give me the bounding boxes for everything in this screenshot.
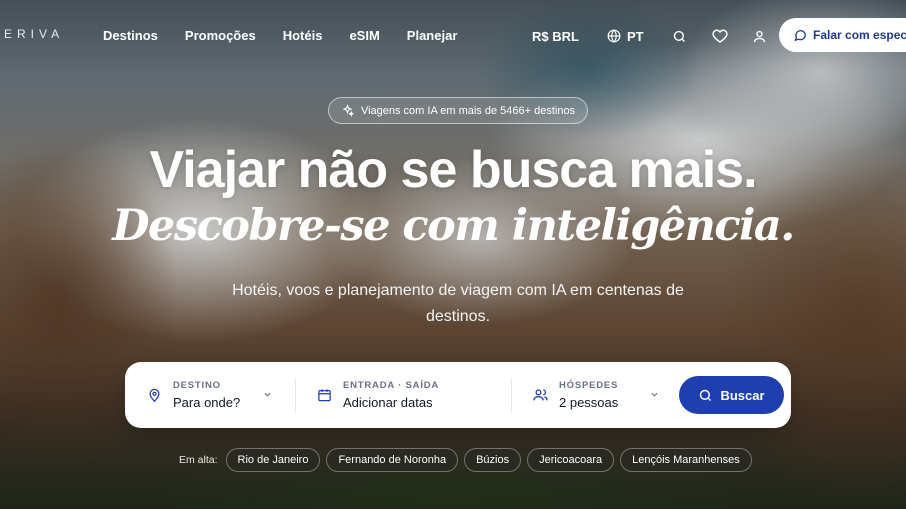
cta-label: Falar com espec (813, 28, 906, 42)
currency-selector[interactable]: R$ BRL (532, 29, 579, 44)
chevron-down-icon (651, 392, 658, 397)
account-button[interactable] (750, 26, 770, 46)
hero-title: Viajar não se busca mais. (149, 141, 757, 199)
guests-label: HÓSPEDES (559, 380, 619, 391)
globe-icon (607, 29, 621, 43)
chevron-down-icon (264, 392, 271, 397)
guests-value: 2 pessoas (559, 395, 619, 410)
nav-utilities: R$ BRL PT (532, 26, 790, 46)
calendar-icon (318, 389, 331, 402)
top-navigation: ERIVA Destinos Promoções Hotéis eSIM Pla… (0, 0, 906, 70)
trending-chip[interactable]: Jericoacoara (527, 448, 615, 472)
sparkles-icon (342, 104, 354, 117)
search-icon (700, 389, 712, 401)
nav-link-planejar[interactable]: Planejar (407, 28, 458, 43)
destination-value: Para onde? (173, 395, 241, 410)
heart-icon (711, 29, 728, 43)
dates-value: Adicionar datas (343, 395, 433, 410)
search-submit-button[interactable]: Buscar (679, 376, 784, 414)
destination-label: DESTINO (173, 380, 221, 391)
user-icon (753, 30, 766, 42)
talk-to-specialist-button[interactable]: Falar com espec (779, 18, 906, 52)
nav-link-promocoes[interactable]: Promoções (185, 28, 256, 43)
language-label: PT (626, 28, 644, 44)
search-icon (673, 30, 686, 42)
trending-chip[interactable]: Lençóis Maranhenses (620, 448, 752, 472)
hero-subtitle: Descobre-se com inteligência. (112, 201, 795, 251)
users-icon (533, 389, 548, 401)
ai-badge: Viagens com IA em mais de 5466+ destinos (328, 97, 588, 124)
badge-text: Viagens com IA em mais de 5466+ destinos (360, 104, 576, 117)
dates-label: ENTRADA · SAÍDA (343, 380, 440, 391)
trending-label: Em alta: (179, 454, 218, 466)
trending-chip[interactable]: Fernando de Noronha (326, 448, 459, 472)
search-button-label: Buscar (720, 387, 765, 403)
favorites-button[interactable] (710, 26, 730, 46)
chat-icon (794, 30, 806, 42)
dates-field[interactable]: ENTRADA · SAÍDA Adicionar datas (296, 362, 511, 428)
language-selector[interactable]: PT (607, 29, 644, 44)
search-bar: DESTINO Para onde? ENTRADA · SAÍDA Adici… (125, 362, 791, 428)
trending-destinations: Em alta: Rio de Janeiro Fernando de Noro… (179, 448, 752, 472)
nav-link-hoteis[interactable]: Hotéis (283, 28, 323, 43)
map-pin-icon (149, 388, 160, 403)
destination-field[interactable]: DESTINO Para onde? (125, 362, 295, 428)
main-menu: Destinos Promoções Hotéis eSIM Planejar (103, 28, 457, 43)
nav-link-esim[interactable]: eSIM (349, 28, 379, 43)
nav-link-destinos[interactable]: Destinos (103, 28, 158, 43)
brand-logo[interactable]: ERIVA (4, 27, 64, 41)
hero-background (0, 0, 906, 509)
search-button[interactable] (670, 26, 690, 46)
trending-chip[interactable]: Búzios (464, 448, 522, 472)
guests-field[interactable]: HÓSPEDES 2 pessoas (512, 362, 672, 428)
hero-description: Hotéis, voos e planejamento de viagem co… (232, 282, 684, 325)
trending-chip[interactable]: Rio de Janeiro (225, 448, 321, 472)
